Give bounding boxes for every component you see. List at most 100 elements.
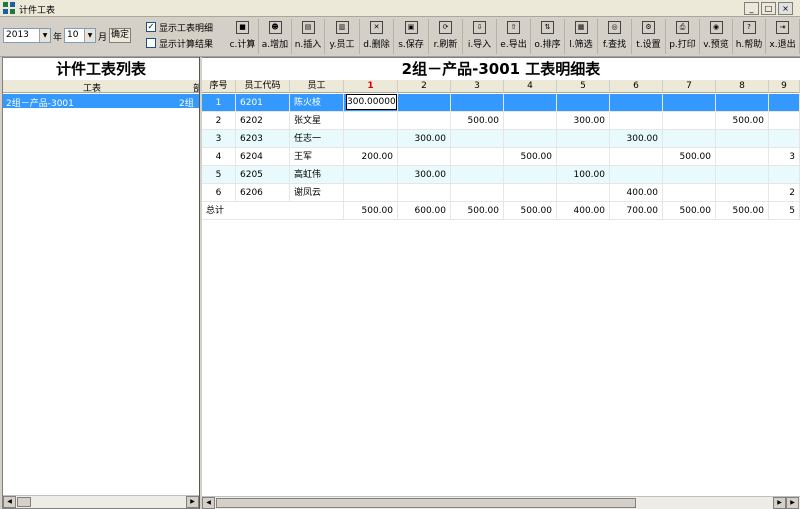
cell-code[interactable]: 6206 (236, 184, 290, 202)
cell-value[interactable] (610, 94, 663, 112)
cell-value[interactable] (504, 184, 557, 202)
cell-value[interactable] (716, 166, 769, 184)
cell-value[interactable]: 100.00 (557, 166, 610, 184)
cell-value[interactable] (451, 184, 504, 202)
cell-value[interactable] (610, 112, 663, 130)
cell-value[interactable] (610, 166, 663, 184)
cell-value[interactable] (451, 148, 504, 166)
col-header-8[interactable]: 6 (610, 80, 663, 93)
close-button[interactable]: × (778, 2, 793, 15)
cell-value[interactable]: 500.00 (504, 202, 557, 220)
cell-value[interactable] (451, 94, 504, 112)
save-button[interactable]: ▣ s.保存 (394, 19, 429, 54)
table-row[interactable]: 4 6204 王军 200.00 500.00 500.00 3 (202, 148, 800, 166)
cell-value[interactable] (769, 94, 800, 112)
col-header-0[interactable]: 序号 (202, 80, 236, 93)
cell-label[interactable]: 总计 (202, 202, 344, 220)
chevron-down-icon[interactable]: ▼ (84, 29, 95, 42)
col-header-11[interactable]: 9 (769, 80, 800, 93)
show-detail-checkbox[interactable]: ✓ (146, 22, 156, 32)
col-header-4[interactable]: 2 (398, 80, 451, 93)
cell-value[interactable] (504, 166, 557, 184)
refresh-button[interactable]: ⟳ r.刷新 (429, 19, 463, 54)
cell-value[interactable]: 5 (769, 202, 800, 220)
cell-value[interactable] (557, 148, 610, 166)
cell-value[interactable] (398, 112, 451, 130)
cell-name[interactable]: 任志一 (290, 130, 344, 148)
show-result-checkbox[interactable] (146, 38, 156, 48)
cell-value[interactable] (344, 166, 398, 184)
cell-name[interactable]: 高虹伟 (290, 166, 344, 184)
cell-value[interactable] (557, 130, 610, 148)
import-button[interactable]: ⇩ i.导入 (463, 19, 497, 54)
cell-seq[interactable]: 2 (202, 112, 236, 130)
cell-value[interactable] (663, 184, 716, 202)
cell-value[interactable] (663, 112, 716, 130)
insert-button[interactable]: ▤ n.插入 (292, 19, 325, 54)
cell-value[interactable]: 2 (769, 184, 800, 202)
cell-value[interactable]: 300.00 (557, 112, 610, 130)
cell-value[interactable]: 500.00 (716, 202, 769, 220)
cell-value[interactable] (504, 94, 557, 112)
cell-value[interactable] (344, 112, 398, 130)
col-header-10[interactable]: 8 (716, 80, 769, 93)
cell-value[interactable]: 500.00 (504, 148, 557, 166)
right-horizontal-scrollbar[interactable]: ◀ ▶ ▶ (202, 496, 800, 509)
cell-value[interactable]: 3 (769, 148, 800, 166)
print-button[interactable]: ⎙ p.打印 (666, 19, 700, 54)
chevron-down-icon[interactable]: ▼ (39, 29, 50, 42)
scroll-thumb[interactable] (216, 498, 636, 508)
cell-value[interactable] (504, 112, 557, 130)
cell-value[interactable]: 300.00 (610, 130, 663, 148)
cell-value[interactable] (504, 130, 557, 148)
filter-button[interactable]: ▦ l.筛选 (565, 19, 598, 54)
cell-value[interactable] (610, 148, 663, 166)
cell-editor-input[interactable]: 300.00000 (346, 94, 397, 110)
cell-value[interactable] (398, 184, 451, 202)
export-button[interactable]: ⇧ e.导出 (497, 19, 531, 54)
preview-button[interactable]: ◉ v.预览 (700, 19, 733, 54)
month-select[interactable]: 10 ▼ (64, 28, 96, 43)
sort-button[interactable]: ⇅ o.排序 (531, 19, 565, 54)
exit-button[interactable]: ⇥ x.退出 (766, 19, 800, 54)
cell-value[interactable]: 500.00 (344, 202, 398, 220)
col-header-6[interactable]: 4 (504, 80, 557, 93)
col-header-name[interactable]: 工表 (83, 81, 101, 94)
cell-value[interactable] (398, 94, 451, 112)
scroll-left-icon[interactable]: ◀ (202, 497, 215, 509)
settings-button[interactable]: ⚙ t.设置 (632, 19, 666, 54)
scroll-thumb[interactable] (17, 497, 31, 507)
cell-value[interactable] (398, 148, 451, 166)
scroll-right-end-icon[interactable]: ▶ (786, 497, 799, 509)
cell-value[interactable]: 500.00 (663, 148, 716, 166)
scroll-right-icon[interactable]: ▶ (186, 496, 199, 508)
table-row[interactable]: 1 6201 陈火枝 300.00000 (202, 94, 800, 112)
cell-name[interactable]: 王军 (290, 148, 344, 166)
col-header-1[interactable]: 员工代码 (236, 80, 290, 93)
table-row[interactable]: 2 6202 张文星 500.00 300.00 500.00 (202, 112, 800, 130)
col-header-5[interactable]: 3 (451, 80, 504, 93)
employee-button[interactable]: ▥ y.员工 (325, 19, 360, 54)
cell-code[interactable]: 6204 (236, 148, 290, 166)
cell-value[interactable] (716, 130, 769, 148)
cell-value[interactable] (344, 130, 398, 148)
cell-value[interactable] (451, 166, 504, 184)
minimize-button[interactable]: _ (744, 2, 759, 15)
cell-value[interactable] (663, 166, 716, 184)
cell-value[interactable] (716, 184, 769, 202)
sheet-list-row[interactable]: 2组－产品-3001 2组 (3, 94, 199, 109)
cell-value[interactable] (451, 130, 504, 148)
cell-value[interactable] (769, 130, 800, 148)
cell-value[interactable] (716, 148, 769, 166)
cell-seq[interactable]: 6 (202, 184, 236, 202)
maximize-button[interactable]: □ (761, 2, 776, 15)
cell-value[interactable]: 500.00 (663, 202, 716, 220)
cell-seq[interactable]: 1 (202, 94, 236, 112)
cell-value[interactable]: 500.00 (451, 112, 504, 130)
col-header-2[interactable]: 员工 (290, 80, 344, 93)
cell-code[interactable]: 6202 (236, 112, 290, 130)
cell-value[interactable] (769, 166, 800, 184)
confirm-button[interactable]: 确定 (109, 28, 131, 43)
scroll-right-icon[interactable]: ▶ (773, 497, 786, 509)
cell-seq[interactable]: 4 (202, 148, 236, 166)
